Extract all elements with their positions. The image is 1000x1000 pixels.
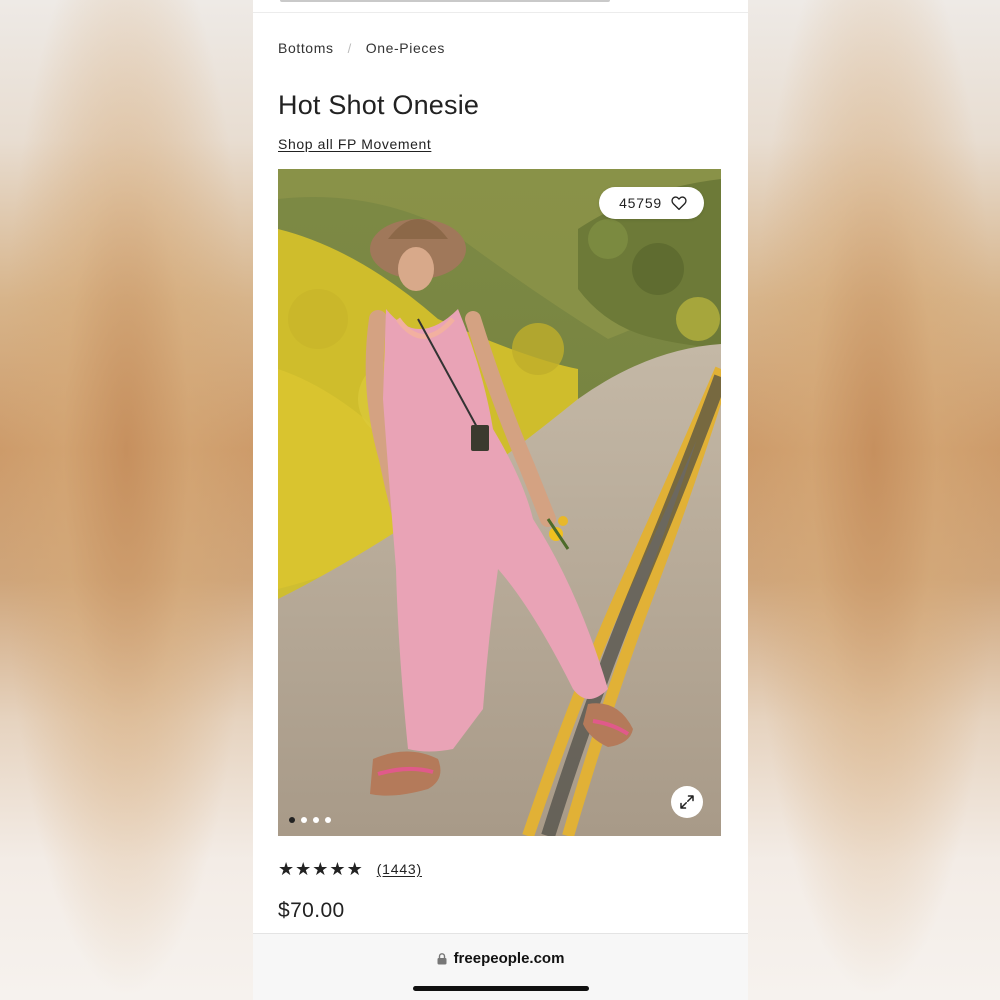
expand-image-button[interactable] xyxy=(671,786,703,818)
heart-icon xyxy=(671,196,687,211)
home-indicator[interactable] xyxy=(413,986,589,991)
slide-dot-3[interactable] xyxy=(313,817,319,823)
favorites-count: 45759 xyxy=(619,195,662,211)
breadcrumb-separator: / xyxy=(347,40,352,56)
url-display[interactable]: freepeople.com xyxy=(253,950,748,967)
lock-icon xyxy=(437,952,447,964)
favorite-button[interactable]: 45759 xyxy=(599,187,704,219)
star-icon: ★ xyxy=(295,859,312,879)
product-title: Hot Shot Onesie xyxy=(278,90,480,120)
url-text: freepeople.com xyxy=(453,950,565,967)
breadcrumb-bottoms[interactable]: Bottoms xyxy=(278,40,334,56)
star-icon: ★ xyxy=(278,859,295,879)
rating-stars: ★ ★ ★ ★ ★ xyxy=(278,860,363,878)
backdrop-left xyxy=(0,0,253,1000)
slide-dot-1[interactable] xyxy=(289,817,295,823)
search-bar-edge[interactable] xyxy=(280,0,610,2)
product-price: $70.00 xyxy=(278,899,345,922)
product-rating[interactable]: ★ ★ ★ ★ ★ (1443) xyxy=(278,860,422,878)
browser-address-bar: freepeople.com xyxy=(253,933,748,1000)
backdrop-right xyxy=(748,0,1000,1000)
phone-screen: Bottoms / One-Pieces Hot Shot Onesie Sho… xyxy=(253,0,748,1000)
breadcrumb-one-pieces[interactable]: One-Pieces xyxy=(366,40,445,56)
star-icon: ★ xyxy=(329,859,346,879)
breadcrumb: Bottoms / One-Pieces xyxy=(278,40,445,56)
review-count-link[interactable]: (1443) xyxy=(377,861,422,877)
star-icon: ★ xyxy=(346,859,363,879)
product-image-gallery[interactable]: 45759 xyxy=(278,169,721,836)
star-icon: ★ xyxy=(312,859,329,879)
brand-link[interactable]: Shop all FP Movement xyxy=(278,136,431,152)
header-divider xyxy=(253,12,748,13)
slide-dot-2[interactable] xyxy=(301,817,307,823)
slide-indicator xyxy=(289,817,331,823)
slide-dot-4[interactable] xyxy=(325,817,331,823)
expand-icon xyxy=(680,795,694,809)
product-photo xyxy=(278,169,721,836)
